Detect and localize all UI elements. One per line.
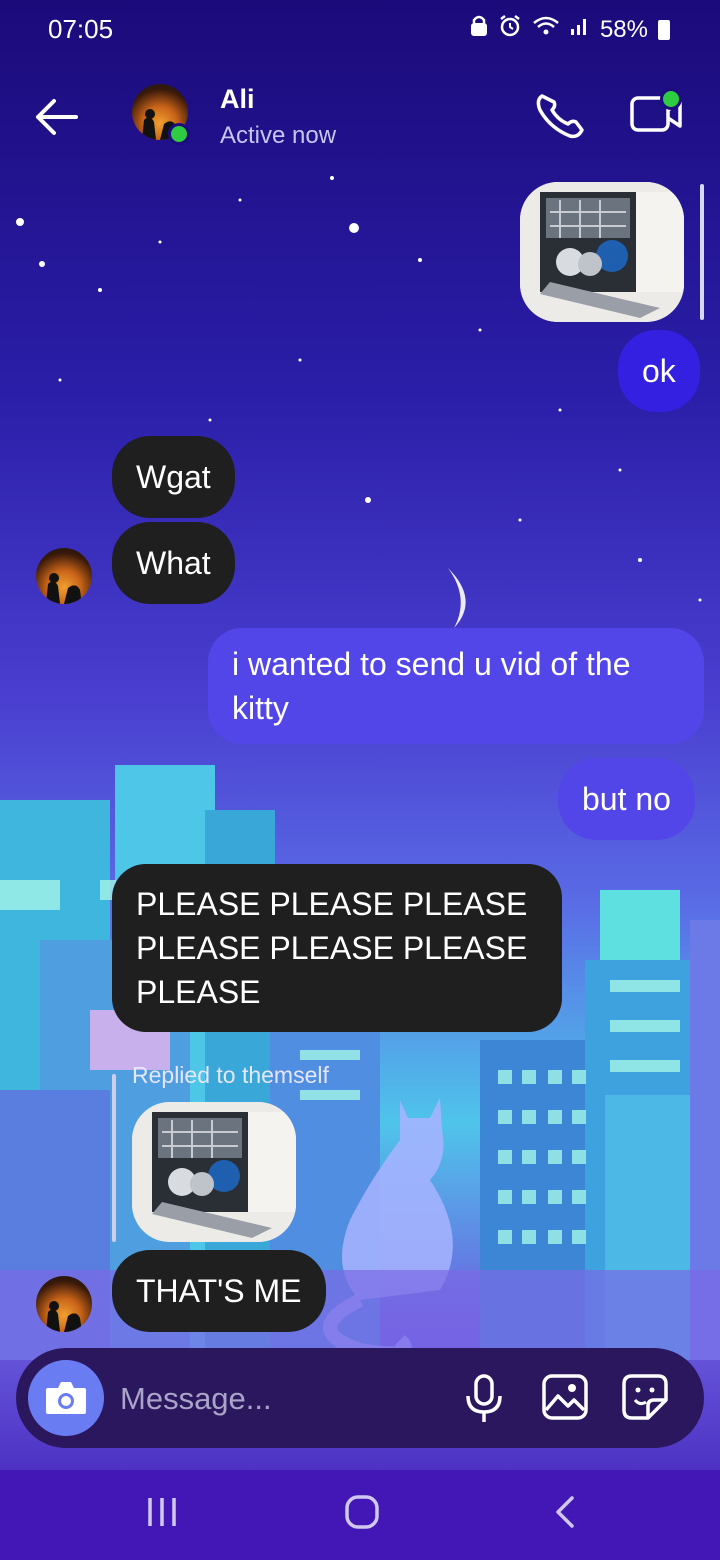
camera-icon (46, 1382, 86, 1414)
voice-message-button[interactable] (462, 1372, 506, 1424)
online-indicator (168, 123, 190, 145)
replied-photo[interactable] (132, 1102, 296, 1242)
video-active-indicator (660, 88, 682, 110)
lock-icon (470, 15, 488, 44)
dishwasher-photo (520, 182, 684, 322)
system-back-button[interactable] (550, 1494, 578, 1530)
signal-icon (570, 15, 590, 44)
status-time: 07:05 (48, 14, 114, 44)
home-button[interactable] (344, 1494, 380, 1530)
dishwasher-photo (132, 1102, 296, 1242)
sent-message[interactable]: ok (618, 330, 700, 412)
microphone-icon (466, 1374, 502, 1422)
received-message[interactable]: What (112, 522, 235, 604)
contact-avatar-small[interactable] (36, 1276, 92, 1332)
received-message[interactable]: PLEASE PLEASE PLEASE PLEASE PLEASE PLEAS… (112, 864, 562, 1032)
scroll-indicator (700, 184, 704, 320)
voice-call-button[interactable] (532, 90, 588, 140)
battery-icon (658, 19, 670, 40)
status-icons: 58% (470, 14, 670, 45)
sticker-button[interactable] (620, 1372, 670, 1422)
received-message[interactable]: THAT'S ME (112, 1250, 326, 1332)
received-message[interactable]: Wgat (112, 436, 235, 518)
reply-indicator-line (112, 1074, 116, 1242)
recents-icon (148, 1498, 176, 1526)
contact-avatar-small[interactable] (36, 548, 92, 604)
sent-message[interactable]: but no (558, 758, 695, 840)
recent-apps-button[interactable] (144, 1494, 180, 1530)
sticker-icon (622, 1374, 668, 1420)
back-button[interactable] (30, 92, 82, 142)
status-bar: 07:05 58% (0, 0, 720, 60)
battery-percent: 58% (599, 15, 648, 43)
phone-icon (536, 94, 584, 139)
chat-header: Ali Active now (0, 70, 720, 170)
wifi-icon (532, 15, 560, 44)
chevron-left-icon (556, 1496, 574, 1528)
home-icon (345, 1495, 379, 1529)
dishwasher-photo-message[interactable] (520, 182, 684, 322)
contact-status: Active now (220, 122, 337, 149)
camera-button[interactable] (28, 1360, 104, 1436)
image-icon (542, 1374, 588, 1420)
sent-message[interactable]: i wanted to send u vid of the kitty (208, 628, 704, 744)
arrow-left-icon (36, 99, 78, 135)
gallery-button[interactable] (540, 1372, 590, 1422)
alarm-icon (498, 14, 522, 45)
message-input[interactable] (120, 1376, 440, 1422)
reply-label: Replied to themself (132, 1062, 329, 1088)
contact-name[interactable]: Ali (220, 84, 255, 115)
